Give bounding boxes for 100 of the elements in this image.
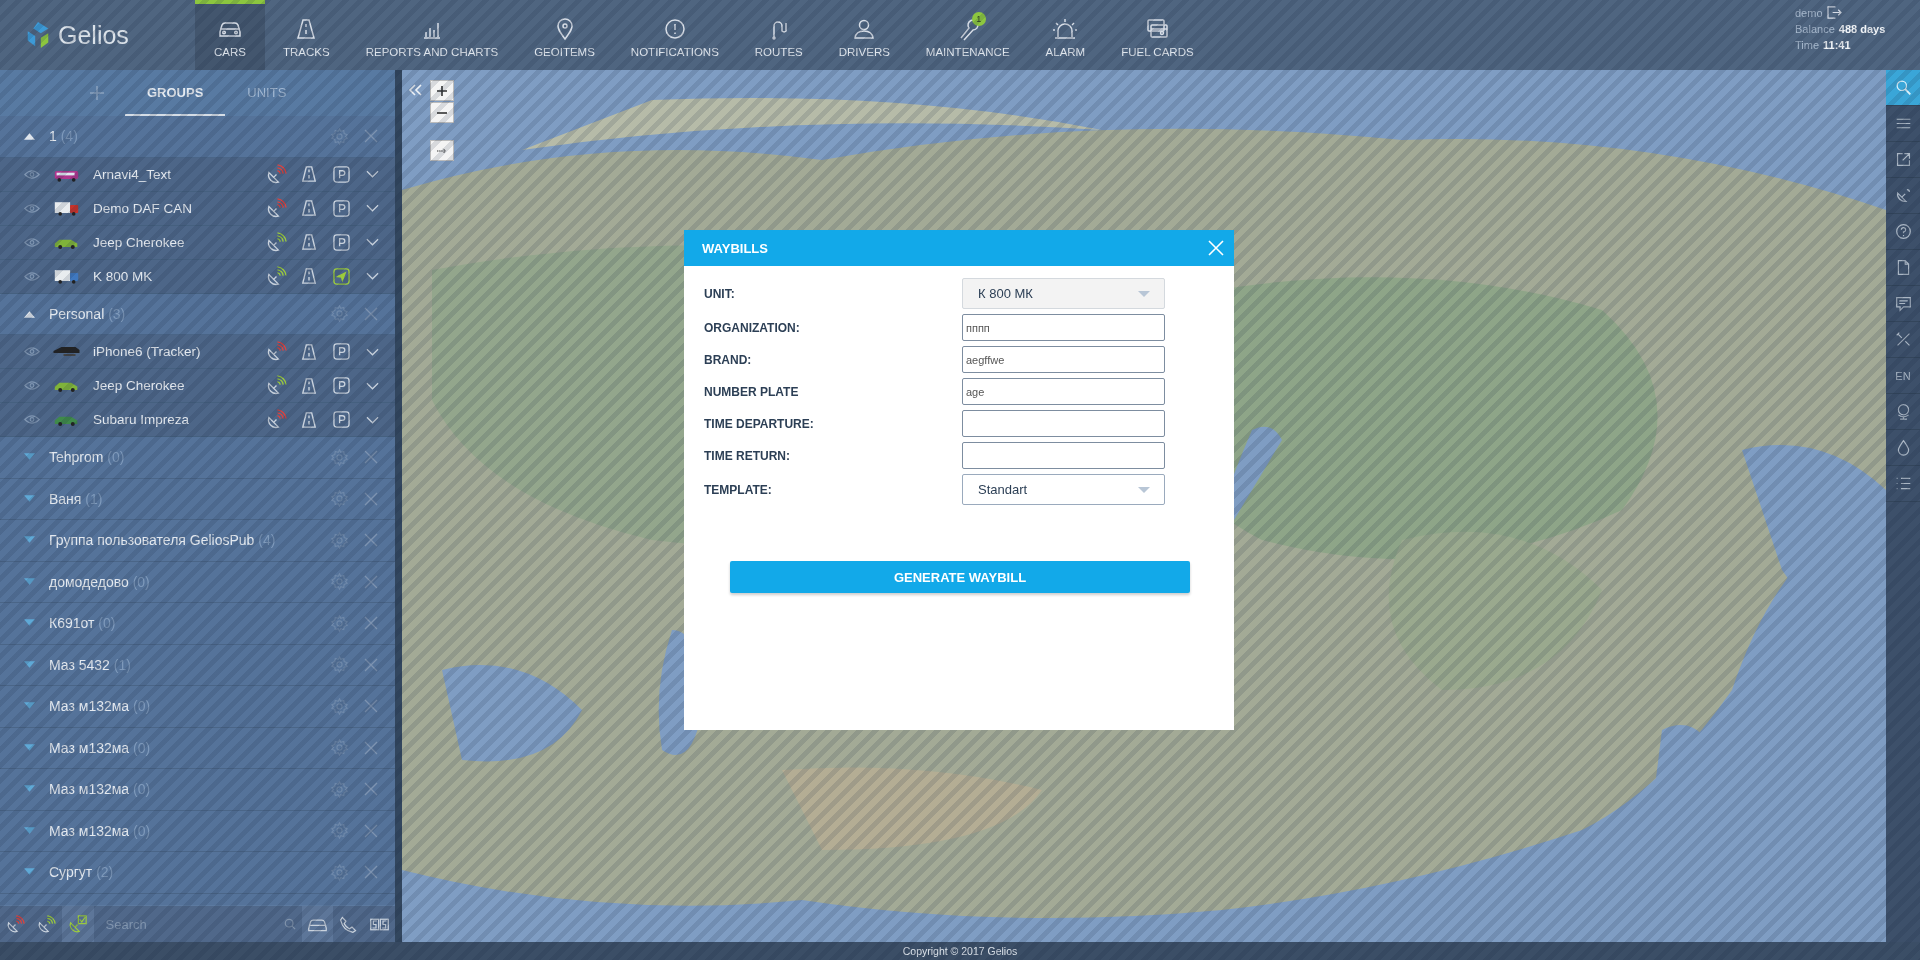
signal-icon[interactable] [266,409,287,430]
close-icon[interactable] [364,699,378,714]
collapse-icon[interactable] [24,132,35,141]
logout-icon[interactable] [1826,6,1842,19]
user-link[interactable]: demo [1795,6,1823,19]
filter-button[interactable] [62,906,94,942]
close-icon[interactable] [364,574,378,589]
road-icon[interactable] [301,200,317,216]
signal-icon[interactable] [266,163,287,185]
nav-tab[interactable]: ROUTES [736,0,821,70]
text-field[interactable] [962,442,1165,469]
unit-row[interactable]: Demo DAF CAN [0,191,395,226]
eye-icon[interactable] [24,270,40,282]
nav-tab[interactable]: CARS [195,0,265,70]
text-field[interactable]: пппп [962,314,1165,341]
settings-icon[interactable] [331,305,348,323]
search-icon[interactable] [283,918,296,930]
expand-icon[interactable] [24,785,35,794]
close-icon[interactable] [364,823,378,838]
road-icon[interactable] [301,411,317,428]
parking-icon[interactable] [333,165,350,183]
settings-icon[interactable] [331,780,348,798]
chevron-icon[interactable] [366,170,379,178]
chevron-icon[interactable] [366,415,379,424]
collapse-icon[interactable] [24,309,35,318]
road-icon[interactable] [301,343,317,360]
expand-icon[interactable] [24,619,35,628]
nav-tab[interactable]: NOTIFICATIONS [612,0,737,70]
text-field[interactable]: aegffwe [962,346,1165,373]
eye-icon[interactable] [24,346,40,357]
close-icon[interactable] [364,740,378,755]
nav-tab[interactable]: ALARM [1027,0,1104,70]
zoom-out-button[interactable] [430,102,454,123]
chevron-icon[interactable] [366,347,379,356]
unit-row[interactable]: Arnavi4_Text [0,157,395,192]
type-filter-button[interactable] [301,906,333,942]
signal-icon[interactable] [266,375,287,396]
search-button[interactable] [1886,70,1920,106]
nav-tab[interactable]: DRIVERS [820,0,908,70]
expand-icon[interactable] [24,536,35,545]
settings-icon[interactable] [331,490,348,508]
settings-icon[interactable] [331,573,348,591]
eye-icon[interactable] [24,380,40,391]
unit-row[interactable]: Subaru Impreza [0,403,395,437]
language-button[interactable]: EN [1886,358,1920,394]
nav-tab[interactable]: MAINTENANCE 1 [907,0,1028,70]
close-icon[interactable] [364,865,378,880]
settings-icon[interactable] [331,656,348,674]
road-icon[interactable] [301,166,317,182]
signal-icon[interactable] [266,265,287,287]
settings-icon[interactable] [331,822,348,840]
parking-icon[interactable] [333,377,350,394]
text-field[interactable] [962,410,1165,437]
chevron-icon[interactable] [366,204,379,212]
scrollbar[interactable] [395,70,402,942]
expand-icon[interactable] [24,702,35,711]
close-icon[interactable] [364,533,378,548]
road-icon[interactable] [301,268,317,284]
expand-icon[interactable] [24,826,35,835]
parking-icon[interactable] [333,343,350,360]
parking-icon[interactable] [333,233,350,251]
nav-tab[interactable]: FUEL CARDS [1103,0,1212,70]
close-icon[interactable] [364,306,378,321]
eye-icon[interactable] [24,236,40,248]
nav-tab[interactable]: REPORTS AND CHARTS [347,0,517,70]
settings-icon[interactable] [331,448,348,466]
text-field[interactable]: age [962,378,1165,405]
navigation-icon[interactable] [333,267,350,285]
chevron-icon[interactable] [366,238,379,246]
parking-icon[interactable] [333,411,350,428]
expand-icon[interactable] [24,577,35,586]
route-button[interactable] [430,140,454,161]
settings-icon[interactable] [331,531,348,549]
unit-row[interactable]: Jeep Cherokee [0,225,395,260]
generate-button[interactable]: GENERATE WAYBILL [730,561,1190,593]
road-icon[interactable] [301,234,317,250]
expand-icon[interactable] [24,743,35,752]
close-icon[interactable] [364,450,378,465]
expand-icon[interactable] [24,868,35,877]
nav-tab[interactable]: TRACKS [265,0,348,70]
settings-icon[interactable] [331,614,348,632]
expand-icon[interactable] [24,453,35,462]
unit-row[interactable]: Jeep Cherokee [0,369,395,403]
zoom-in-button[interactable] [430,80,454,101]
eye-icon[interactable] [24,168,40,180]
expand-icon[interactable] [24,660,35,669]
expand-icon[interactable] [24,494,35,503]
settings-icon[interactable] [331,739,348,757]
parking-icon[interactable] [333,199,350,217]
road-icon[interactable] [301,377,317,394]
settings-icon[interactable] [331,863,348,881]
unit-row[interactable]: iPhone6 (Tracker) [0,335,395,369]
eye-icon[interactable] [24,202,40,214]
close-icon[interactable] [364,491,378,506]
eye-icon[interactable] [24,414,40,425]
chevron-icon[interactable] [366,272,379,280]
nav-tab[interactable]: GEOITEMS [516,0,613,70]
close-icon[interactable] [364,782,378,797]
add-icon[interactable] [89,85,105,101]
signal-icon[interactable] [266,197,287,219]
